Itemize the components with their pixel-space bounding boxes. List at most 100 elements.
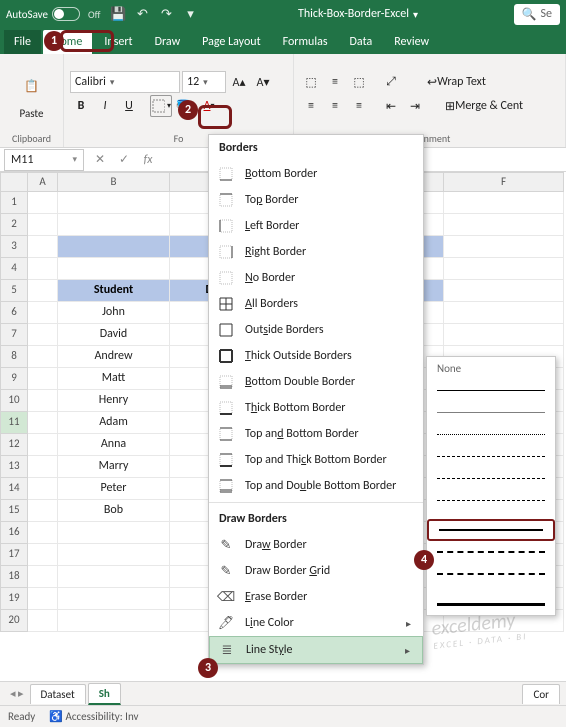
cell[interactable] <box>28 302 58 324</box>
cell[interactable] <box>58 544 170 566</box>
cell[interactable] <box>444 302 564 324</box>
cell[interactable] <box>28 390 58 412</box>
cell[interactable] <box>58 214 170 236</box>
menu-item-border[interactable]: No Border <box>209 265 423 291</box>
align-right-button[interactable]: ≡ <box>348 95 370 117</box>
cell[interactable] <box>28 346 58 368</box>
paste-button[interactable]: 📋 <box>14 69 50 105</box>
accessibility-status[interactable]: ♿ Accessibility: Inv <box>49 710 138 723</box>
row-head[interactable]: 19 <box>0 588 28 610</box>
tab-formulas[interactable]: Formulas <box>273 30 338 54</box>
cell[interactable] <box>28 588 58 610</box>
cell[interactable]: Peter <box>58 478 170 500</box>
cell[interactable] <box>58 192 170 214</box>
cancel-icon[interactable]: ✕ <box>88 152 112 167</box>
line-style-option[interactable] <box>427 445 555 467</box>
tab-review[interactable]: Review <box>384 30 439 54</box>
menu-item-border[interactable]: Top and Thick Bottom Border <box>209 447 423 473</box>
menu-item-eraser[interactable]: ⌫Erase Border <box>209 584 423 610</box>
font-color-button[interactable]: A▾ <box>198 95 220 117</box>
line-style-option[interactable] <box>427 489 555 511</box>
borders-split-button[interactable]: ▾ <box>150 95 172 117</box>
line-style-option[interactable] <box>427 423 555 445</box>
indent-dec-button[interactable]: ⇤ <box>380 95 402 117</box>
cell[interactable]: John <box>58 302 170 324</box>
line-style-option[interactable] <box>427 563 555 585</box>
menu-item-border[interactable]: Bottom Double Border <box>209 369 423 395</box>
cell[interactable] <box>28 324 58 346</box>
col-head-A[interactable]: A <box>28 172 58 192</box>
cell[interactable] <box>28 544 58 566</box>
row-head[interactable]: 11 <box>0 412 28 434</box>
italic-button[interactable]: I <box>94 95 116 117</box>
menu-item-pencil[interactable]: ✎Draw Border <box>209 532 423 558</box>
menu-item-border[interactable]: Left Border <box>209 213 423 239</box>
row-head[interactable]: 1 <box>0 192 28 214</box>
undo-icon[interactable]: ↶ <box>132 4 152 24</box>
menu-item-pencilgrid[interactable]: ✎Draw Border Grid <box>209 558 423 584</box>
cell[interactable] <box>28 478 58 500</box>
row-head[interactable]: 9 <box>0 368 28 390</box>
cell[interactable]: Matt <box>58 368 170 390</box>
menu-item-border[interactable]: Thick Bottom Border <box>209 395 423 421</box>
align-bottom-button[interactable]: ⬚ <box>348 71 370 93</box>
cell[interactable] <box>444 324 564 346</box>
cell[interactable] <box>58 236 170 258</box>
row-head[interactable]: 15 <box>0 500 28 522</box>
cell[interactable] <box>28 566 58 588</box>
cell[interactable] <box>28 368 58 390</box>
tab-data[interactable]: Data <box>340 30 383 54</box>
font-name-combo[interactable]: Calibri▾ <box>70 71 180 93</box>
line-style-none[interactable]: None <box>427 357 555 379</box>
shrink-font-button[interactable]: A▾ <box>252 71 274 93</box>
row-head[interactable]: 6 <box>0 302 28 324</box>
qa-more-icon[interactable]: ▾ <box>180 4 200 24</box>
row-head[interactable]: 5 <box>0 280 28 302</box>
line-style-option[interactable] <box>427 379 555 401</box>
align-center-button[interactable]: ≡ <box>324 95 346 117</box>
cell[interactable] <box>58 522 170 544</box>
row-head[interactable]: 4 <box>0 258 28 280</box>
cell[interactable] <box>58 258 170 280</box>
cell[interactable]: Anna <box>58 434 170 456</box>
fx-icon[interactable]: fx <box>136 153 160 167</box>
autosave-toggle[interactable] <box>52 7 80 21</box>
doc-title[interactable]: Thick-Box-Border-Excel ▾ <box>298 7 418 21</box>
cell[interactable] <box>444 280 564 302</box>
row-head[interactable]: 14 <box>0 478 28 500</box>
sheet-nav[interactable]: ◂ ▸ <box>6 687 28 700</box>
menu-item-border[interactable]: Top Border <box>209 187 423 213</box>
align-middle-button[interactable]: ≡ <box>324 71 346 93</box>
menu-item-border[interactable]: Bottom Border <box>209 161 423 187</box>
menu-item-border[interactable]: All Borders <box>209 291 423 317</box>
orientation-button[interactable]: ⤢ <box>380 71 402 93</box>
align-top-button[interactable]: ⬚ <box>300 71 322 93</box>
cell[interactable] <box>28 522 58 544</box>
grow-font-button[interactable]: A▴ <box>228 71 250 93</box>
cell[interactable] <box>28 500 58 522</box>
sheet-tab-right[interactable]: Cor <box>522 684 560 704</box>
menu-item-pen[interactable]: 🖊Line Color▸ <box>209 610 423 636</box>
font-size-combo[interactable]: 12▾ <box>182 71 226 93</box>
row-head[interactable]: 8 <box>0 346 28 368</box>
tab-draw[interactable]: Draw <box>145 30 191 54</box>
cell[interactable] <box>28 412 58 434</box>
tab-file[interactable]: File <box>4 30 41 54</box>
cell[interactable] <box>444 214 564 236</box>
row-head[interactable]: 18 <box>0 566 28 588</box>
cell[interactable]: David <box>58 324 170 346</box>
cell[interactable]: Marry <box>58 456 170 478</box>
indent-inc-button[interactable]: ⇥ <box>404 95 426 117</box>
line-style-option[interactable] <box>427 541 555 563</box>
col-head-B[interactable]: B <box>58 172 170 192</box>
line-style-option[interactable] <box>427 593 555 615</box>
cell[interactable] <box>58 610 170 632</box>
wrap-text-button[interactable]: ↩ Wrap Text <box>422 71 491 93</box>
bold-button[interactable]: B <box>70 95 92 117</box>
name-box[interactable]: M11▾ <box>4 149 84 171</box>
cell[interactable] <box>28 236 58 258</box>
cell[interactable]: Andrew <box>58 346 170 368</box>
cell[interactable] <box>28 280 58 302</box>
cell[interactable] <box>28 456 58 478</box>
cell[interactable] <box>28 214 58 236</box>
